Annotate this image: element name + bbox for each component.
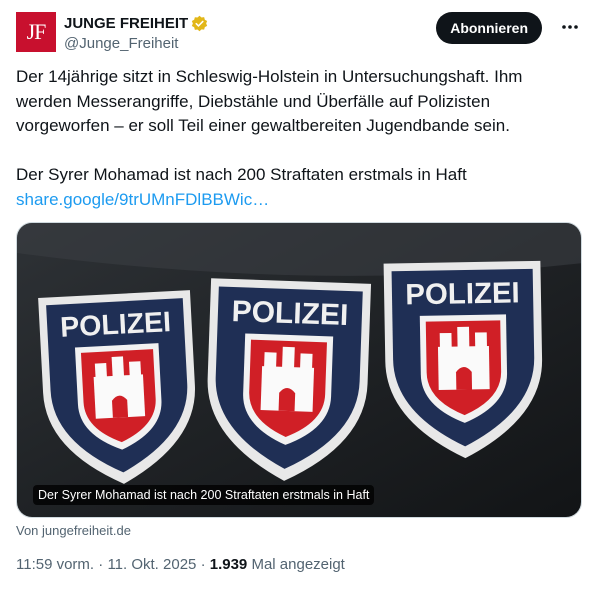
tweet-date[interactable]: 11. Okt. 2025 <box>107 556 196 573</box>
card-caption: Der Syrer Mohamad ist nach 200 Straftate… <box>33 485 375 505</box>
display-name[interactable]: JUNGE FREIHEIT <box>64 15 188 32</box>
handle[interactable]: @Junge_Freiheit <box>64 35 208 52</box>
tweet-text: Der 14jährige sitzt in Schleswig-Holstei… <box>16 65 576 212</box>
follow-button[interactable]: Abonnieren <box>436 12 542 44</box>
patch-text: POLIZEI <box>231 295 349 332</box>
tweet-paragraph: Der 14jährige sitzt in Schleswig-Holstei… <box>16 67 523 135</box>
article-link[interactable]: share.google/9trUMnFDlBBWic… <box>16 190 269 209</box>
card-source[interactable]: Von jungefreiheit.de <box>16 523 131 538</box>
tweet-header: JF JUNGE FREIHEIT @Junge_Freiheit Abonni… <box>16 12 584 54</box>
views-count: 1.939 <box>209 556 248 573</box>
verified-badge-icon[interactable] <box>191 15 208 32</box>
views-label: Mal angezeigt <box>251 556 345 573</box>
meta-separator: · <box>98 556 104 573</box>
patch-text: POLIZEI <box>405 276 520 311</box>
patch-text: POLIZEI <box>59 306 171 344</box>
avatar[interactable]: JF <box>16 12 56 52</box>
meta-separator: · <box>200 556 206 573</box>
link-card[interactable]: POLIZEI POLIZEI POLIZEI Der Syrer Mohama… <box>16 222 582 518</box>
account-names: JUNGE FREIHEIT @Junge_Freiheit <box>64 14 208 52</box>
tweet-paragraph: Der Syrer Mohamad ist nach 200 Straftate… <box>16 165 467 184</box>
more-horizontal-icon[interactable] <box>560 17 580 37</box>
tweet-time[interactable]: 11:59 vorm. <box>16 556 94 573</box>
card-image: POLIZEI POLIZEI POLIZEI <box>17 223 581 517</box>
tweet-meta: 11:59 vorm. · 11. Okt. 2025 · 1.939 Mal … <box>16 556 345 573</box>
